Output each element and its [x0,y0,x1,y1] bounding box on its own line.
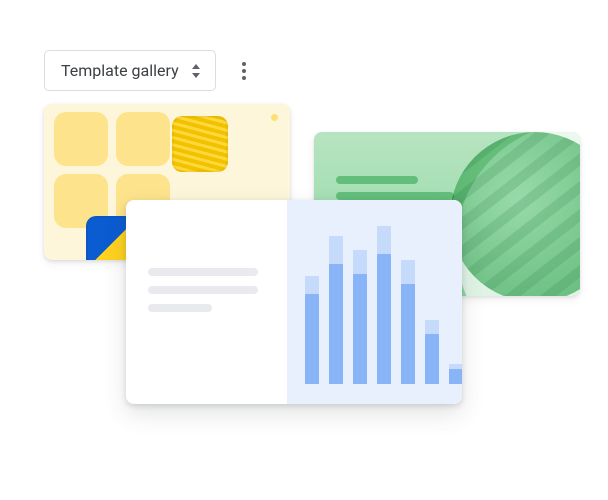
more-options-button[interactable] [232,59,256,83]
chart-card-text-area [126,200,287,404]
chart-bar [401,260,415,384]
chart-bar [329,236,343,384]
chart-bar-upper-segment [377,226,391,254]
header-row: Template gallery [44,50,256,91]
chart-bar [305,276,319,384]
chart-bar-upper-segment [305,276,319,294]
chart-bar-upper-segment [425,320,439,334]
tile-placeholder [116,112,170,166]
chart-bar-upper-segment [449,364,462,369]
leaf-photo-circle [450,132,580,296]
text-placeholder-line [336,176,418,184]
text-placeholder-line [148,286,258,294]
template-gallery-dropdown[interactable]: Template gallery [44,50,216,91]
dot-icon [242,69,246,73]
bar-chart-area [287,200,462,404]
chart-bar-upper-segment [329,236,343,264]
chart-bar [425,320,439,384]
chart-bar-upper-segment [401,260,415,284]
template-card-chart[interactable] [126,200,462,404]
text-placeholder-line [148,304,212,312]
dropdown-label: Template gallery [61,61,179,80]
dot-icon [242,76,246,80]
card-accent-dot [271,114,278,121]
template-gallery-stage: Template gallery [0,0,608,500]
chart-bar [353,250,367,384]
chart-bar [449,364,462,384]
chart-bar [377,226,391,384]
expand-collapse-icon [191,64,201,78]
dot-icon [242,62,246,66]
text-placeholder-line [148,268,258,276]
photo-thumbnail [172,116,228,172]
tile-placeholder [54,112,108,166]
chart-bar-upper-segment [353,250,367,274]
text-placeholder-line [336,192,454,200]
